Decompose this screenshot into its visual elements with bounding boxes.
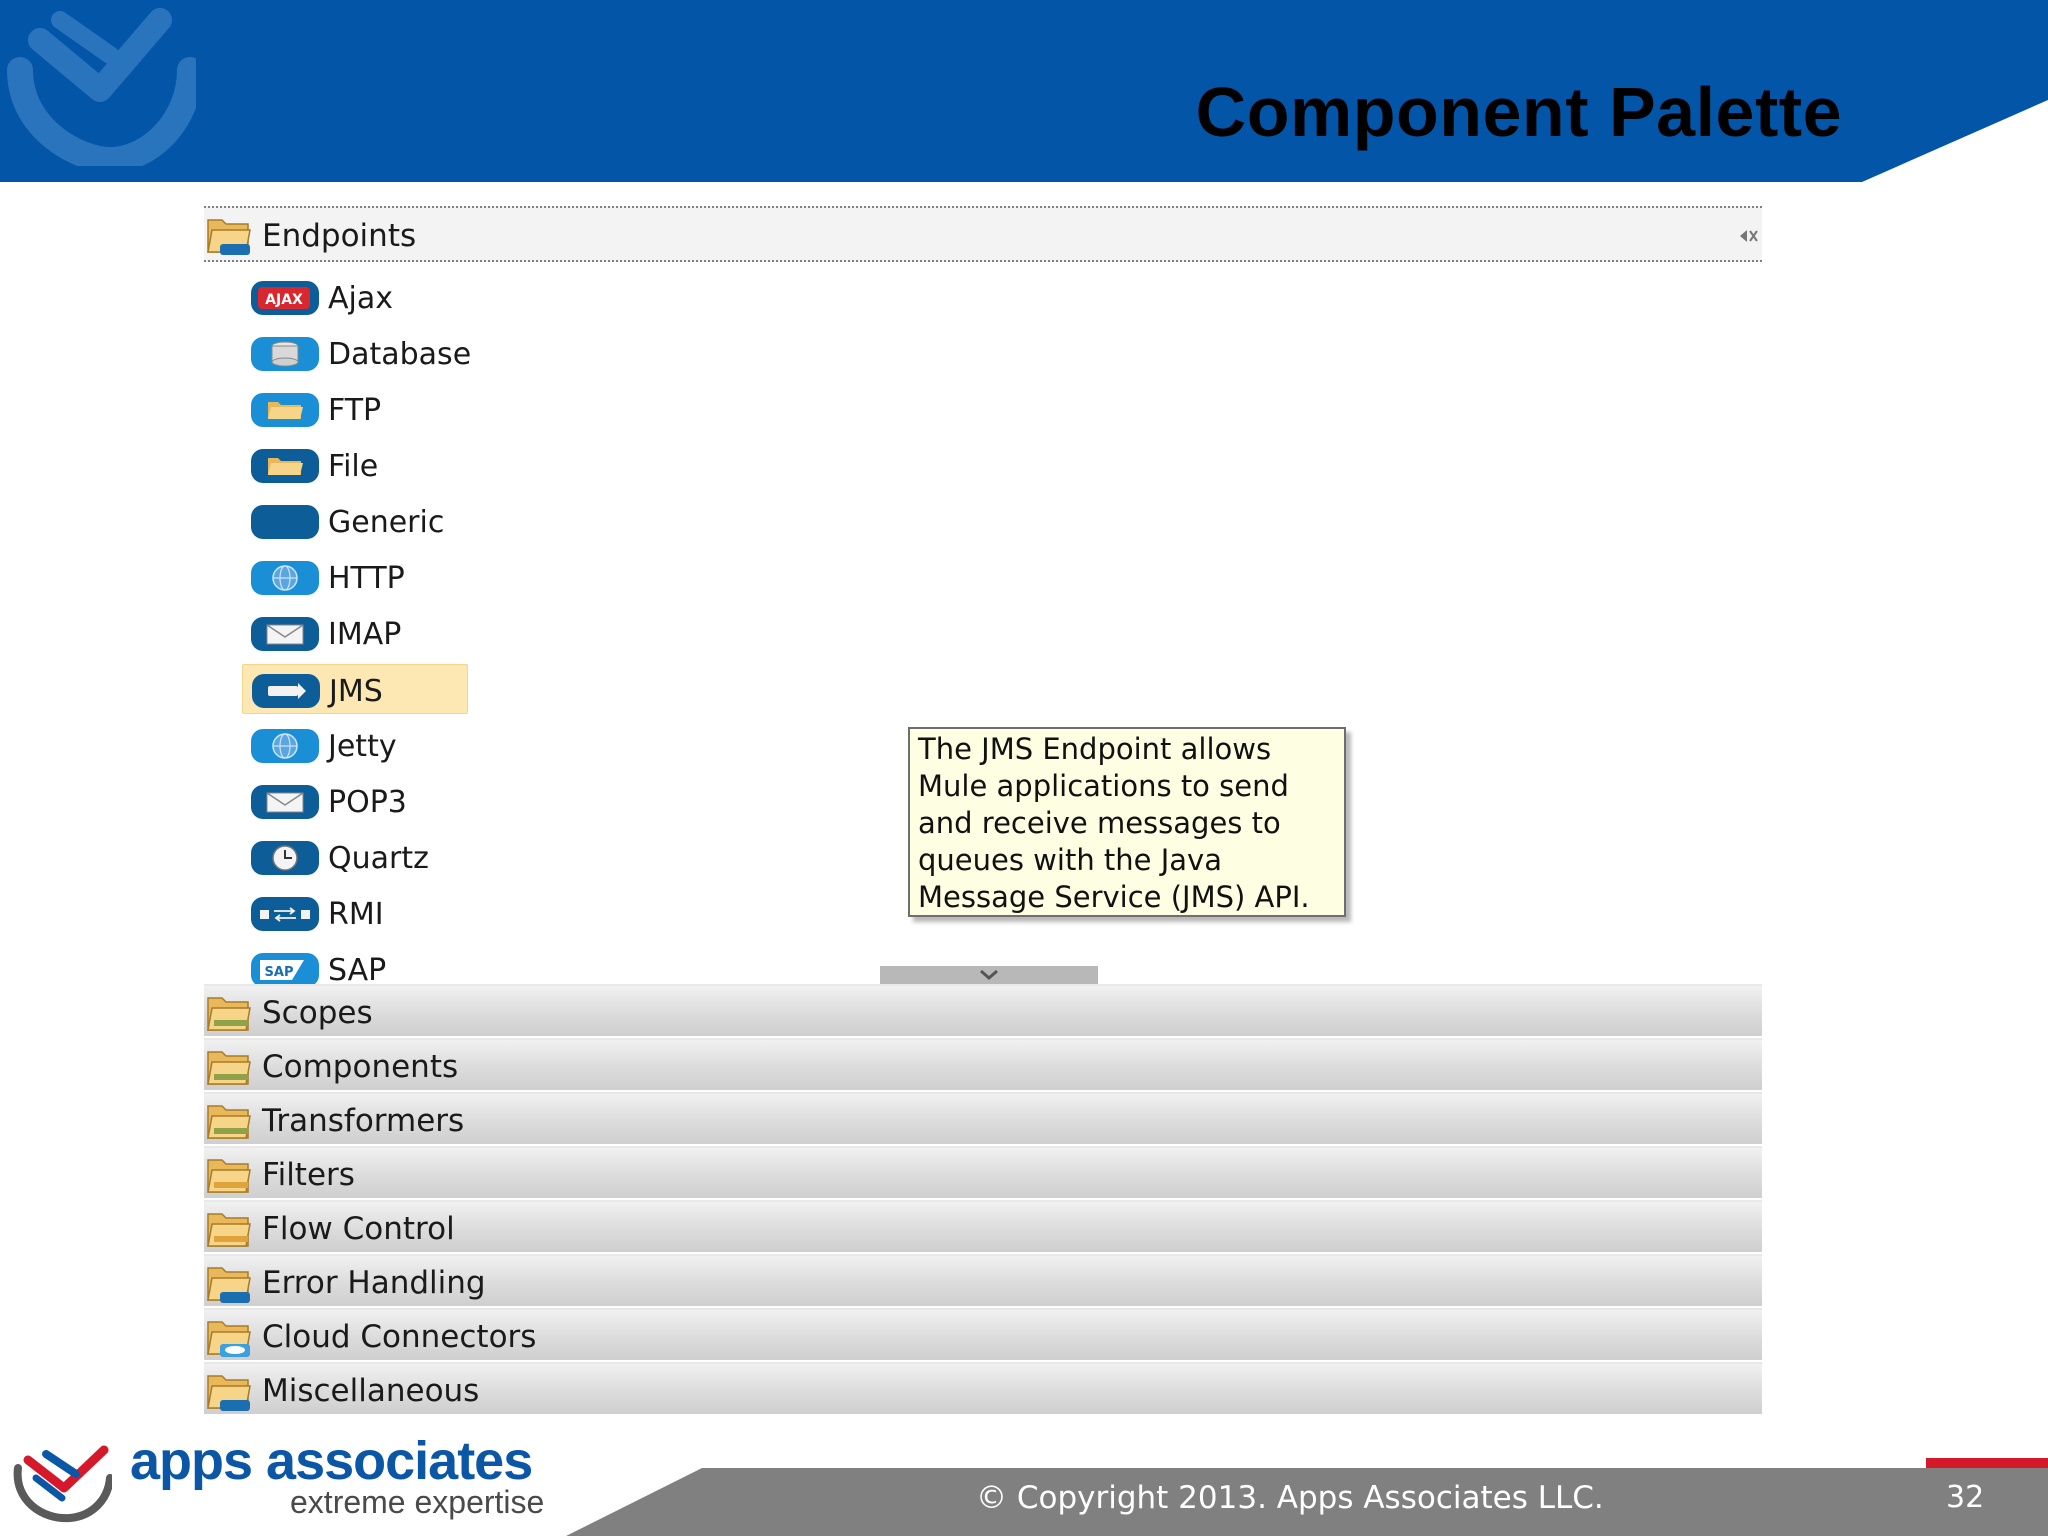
drawer-label: Transformers xyxy=(262,1103,465,1139)
drawer-label: Filters xyxy=(262,1157,355,1193)
sap-icon: SAP xyxy=(251,953,319,987)
brand-name: apps associates xyxy=(130,1431,533,1491)
globe-icon xyxy=(251,729,319,763)
item-label: Ajax xyxy=(328,281,393,316)
drawer-error-handling[interactable]: Error Handling xyxy=(204,1254,1762,1308)
drawer-cloud-connectors[interactable]: Cloud Connectors xyxy=(204,1308,1762,1362)
drawer-label: Scopes xyxy=(262,995,373,1031)
item-label: Generic xyxy=(328,505,445,540)
generic-icon xyxy=(251,505,319,539)
apps-associates-logo-icon xyxy=(13,1445,112,1523)
item-label: POP3 xyxy=(328,785,407,820)
drawer-endpoints[interactable]: Endpoints xyxy=(204,206,1762,262)
folder-icon xyxy=(207,1267,251,1303)
svg-text:SAP: SAP xyxy=(265,965,294,980)
watermark-logo-icon xyxy=(7,8,196,166)
database-icon xyxy=(251,337,319,371)
slide-header: Component Palette xyxy=(0,0,2048,182)
drawer-label: Components xyxy=(262,1049,459,1085)
palette-item-ftp[interactable]: FTP xyxy=(242,384,468,434)
folder-icon xyxy=(207,1159,251,1193)
slide-footer: apps associates extreme expertise © Copy… xyxy=(0,1430,2048,1536)
drawer-scopes[interactable]: Scopes xyxy=(204,984,1762,1038)
folder-icon xyxy=(207,997,251,1031)
clock-icon xyxy=(251,841,319,875)
svg-text:AJAX: AJAX xyxy=(265,292,303,308)
folder-icon xyxy=(207,1105,251,1139)
folder-icon xyxy=(207,1321,251,1357)
drawer-filters[interactable]: Filters xyxy=(204,1146,1762,1200)
item-label: RMI xyxy=(328,897,384,932)
folder-icon xyxy=(251,393,319,427)
closed-drawer-list: Scopes Components Transformers Filters F… xyxy=(204,984,1762,1416)
drawer-label: Miscellaneous xyxy=(262,1373,480,1409)
drawer-flow-control[interactable]: Flow Control xyxy=(204,1200,1762,1254)
globe-icon xyxy=(251,561,319,595)
item-label: Quartz xyxy=(328,841,429,876)
rmi-icon xyxy=(251,897,319,931)
palette-item-http[interactable]: HTTP xyxy=(242,552,468,602)
palette-item-jms[interactable]: JMS xyxy=(242,664,468,714)
copyright-text: © Copyright 2013. Apps Associates LLC. xyxy=(976,1480,1604,1516)
drawer-transformers[interactable]: Transformers xyxy=(204,1092,1762,1146)
envelope-icon xyxy=(251,785,319,819)
item-label: JMS xyxy=(329,674,383,709)
tooltip-text: The JMS Endpoint allows Mule application… xyxy=(918,732,1310,914)
palette-item-ajax[interactable]: AJAX Ajax xyxy=(242,272,468,322)
palette-item-quartz[interactable]: Quartz xyxy=(242,832,468,882)
envelope-icon xyxy=(251,617,319,651)
folder-icon xyxy=(207,219,251,255)
item-label: File xyxy=(328,449,379,484)
page-number: 32 xyxy=(1946,1480,1985,1515)
item-label: HTTP xyxy=(328,561,405,596)
palette-item-database[interactable]: Database xyxy=(242,328,472,378)
palette-item-jetty[interactable]: Jetty xyxy=(242,720,468,770)
palette-item-file[interactable]: File xyxy=(242,440,468,490)
palette-item-generic[interactable]: Generic xyxy=(242,496,468,546)
palette-item-imap[interactable]: IMAP xyxy=(242,608,468,658)
drawer-label: Error Handling xyxy=(262,1265,486,1301)
scroll-down-button[interactable] xyxy=(880,966,1098,984)
jms-icon xyxy=(252,674,320,708)
folder-icon xyxy=(207,1051,251,1085)
drawer-label: Cloud Connectors xyxy=(262,1319,537,1355)
brand-tagline: extreme expertise xyxy=(290,1484,545,1520)
folder-icon xyxy=(251,449,319,483)
pin-icon[interactable] xyxy=(1738,228,1760,244)
drawer-miscellaneous[interactable]: Miscellaneous xyxy=(204,1362,1762,1416)
item-label: SAP xyxy=(328,953,387,988)
folder-icon xyxy=(207,1213,251,1247)
jms-tooltip: The JMS Endpoint allows Mule application… xyxy=(908,727,1346,917)
drawer-label: Flow Control xyxy=(262,1211,455,1247)
item-label: Jetty xyxy=(328,729,397,764)
item-label: IMAP xyxy=(328,617,402,652)
ajax-icon: AJAX xyxy=(251,281,319,315)
palette-item-pop3[interactable]: POP3 xyxy=(242,776,468,826)
palette-item-rmi[interactable]: RMI xyxy=(242,888,468,938)
slide-title: Component Palette xyxy=(1195,73,1842,151)
item-label: FTP xyxy=(328,393,382,428)
drawer-label: Endpoints xyxy=(262,218,417,254)
chevron-down-icon xyxy=(980,969,998,980)
drawer-components[interactable]: Components xyxy=(204,1038,1762,1092)
item-label: Database xyxy=(328,337,472,372)
folder-icon xyxy=(207,1375,251,1411)
